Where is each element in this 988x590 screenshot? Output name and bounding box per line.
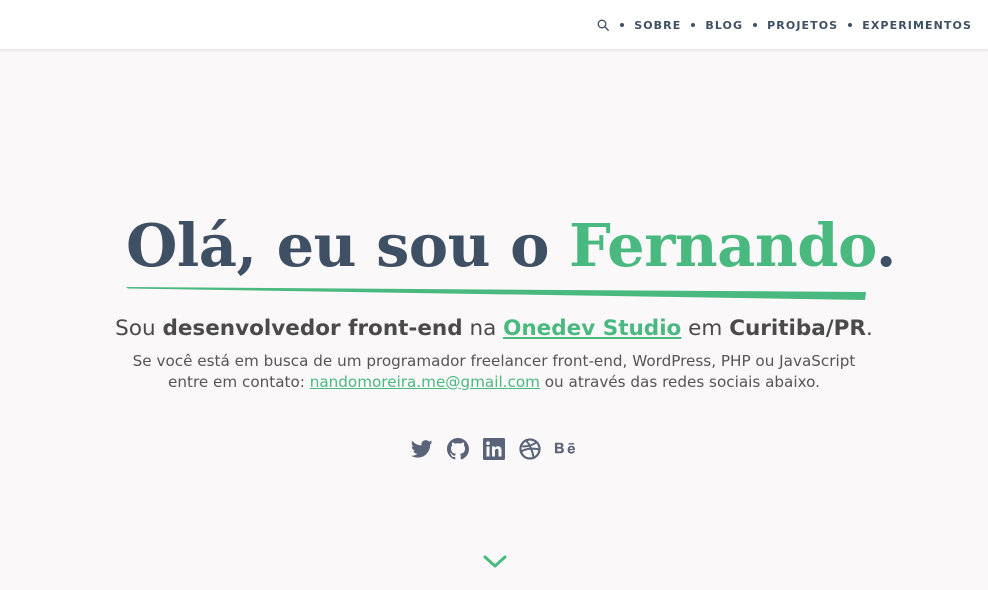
hero-subtitle: Sou desenvolvedor front-end na Onedev St… — [0, 314, 988, 344]
subtitle-text: em — [681, 316, 730, 341]
email-link[interactable]: nandomoreira.me@gmail.com — [310, 373, 540, 391]
subtitle-role: desenvolvedor front-end — [162, 316, 463, 341]
description-text: entre em contato: — [168, 373, 310, 391]
site-header: SOBRE BLOG PROJETOS EXPERIMENTOS — [0, 0, 988, 50]
github-icon[interactable] — [447, 437, 469, 461]
main-nav: SOBRE BLOG PROJETOS EXPERIMENTOS — [596, 0, 972, 50]
hero-title: Olá, eu sou o Fernando. — [126, 208, 896, 284]
subtitle-text: Sou — [115, 316, 163, 341]
nav-separator — [753, 23, 758, 27]
nav-item-projetos[interactable]: PROJETOS — [767, 19, 838, 32]
linkedin-icon[interactable] — [483, 437, 505, 461]
nav-item-sobre[interactable]: SOBRE — [634, 19, 681, 32]
title-prefix: Olá, eu sou o — [126, 211, 569, 280]
chevron-down-icon[interactable] — [482, 553, 508, 571]
description-line1: Se você está em busca de um programador … — [132, 352, 856, 370]
nav-separator — [691, 23, 696, 27]
twitter-icon[interactable] — [411, 437, 433, 461]
nav-item-blog[interactable]: BLOG — [705, 19, 743, 32]
title-suffix: . — [875, 211, 897, 280]
subtitle-text: na — [462, 316, 504, 341]
hero-section: Olá, eu sou o Fernando. Sou desenvolvedo… — [0, 50, 988, 590]
hero-title-block: Olá, eu sou o Fernando. — [126, 208, 896, 303]
nav-separator — [620, 23, 625, 27]
social-links — [0, 437, 988, 461]
description-text: ou através das redes sociais abaixo. — [539, 373, 820, 391]
nav-separator — [848, 23, 853, 27]
title-name: Fernando — [569, 211, 876, 280]
company-link[interactable]: Onedev Studio — [503, 316, 681, 341]
nav-item-experimentos[interactable]: EXPERIMENTOS — [862, 19, 972, 32]
subtitle-text: . — [865, 316, 873, 341]
dribbble-icon[interactable] — [519, 437, 541, 461]
hero-description: Se você está em busca de um programador … — [0, 351, 988, 393]
search-icon[interactable] — [596, 18, 610, 32]
behance-icon[interactable] — [555, 437, 577, 461]
title-underline — [126, 287, 866, 300]
subtitle-city: Curitiba/PR — [729, 316, 866, 341]
